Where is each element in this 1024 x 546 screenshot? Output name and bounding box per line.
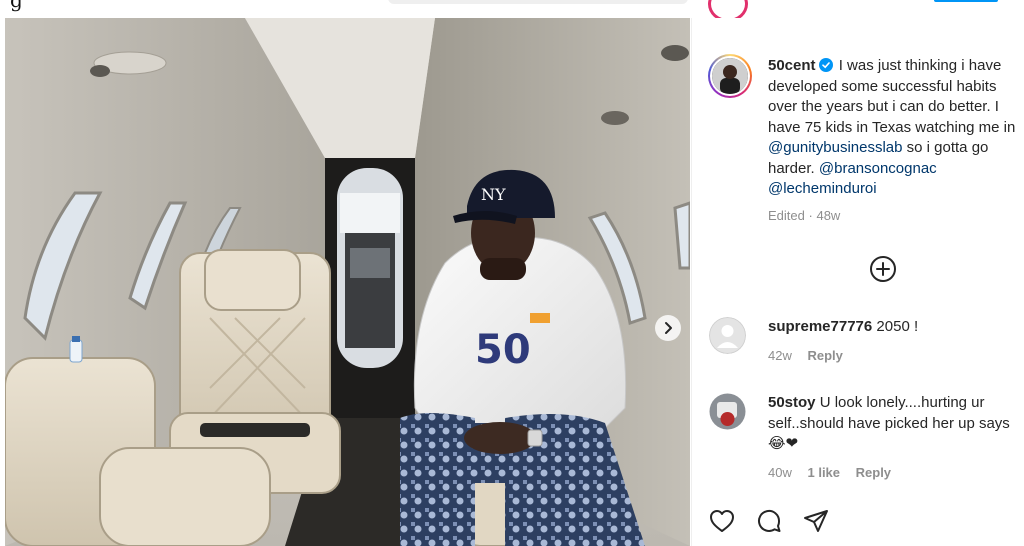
like-button[interactable] <box>708 507 736 535</box>
follow-button[interactable] <box>934 0 998 2</box>
share-icon <box>804 510 828 532</box>
comment-text-line2: self..should have picked her up says <box>768 414 1010 432</box>
post-photo[interactable]: 50 NY <box>5 18 690 546</box>
post-age: 48w <box>816 207 841 223</box>
comment-text: 2050 ! <box>876 318 919 335</box>
comment-age: 42w <box>768 347 792 363</box>
reply-button[interactable]: Reply <box>856 465 891 480</box>
reply-button[interactable]: Reply <box>807 348 842 363</box>
heart-icon <box>710 510 734 532</box>
instagram-logo[interactable]: g <box>10 0 23 12</box>
comment-age: 40w <box>768 464 792 480</box>
load-more-comments-button[interactable] <box>869 255 897 283</box>
post-details-panel: 50cent I was just thinking i have develo… <box>691 18 1024 546</box>
meta-separator: · <box>808 207 813 223</box>
comment-button[interactable] <box>755 507 783 535</box>
svg-text:NY: NY <box>481 185 506 204</box>
carousel-next-button[interactable] <box>655 315 681 341</box>
top-navigation-bar: g <box>0 0 1024 22</box>
comment-emoji: 😂❤ <box>768 435 799 452</box>
search-input[interactable] <box>388 0 688 4</box>
edited-label: Edited <box>768 207 805 223</box>
commenter-username[interactable]: supreme77776 <box>768 318 872 335</box>
author-avatar[interactable] <box>708 54 752 98</box>
comment-likes[interactable]: 1 like <box>807 465 840 480</box>
commenter-avatar[interactable] <box>709 317 746 354</box>
share-button[interactable] <box>802 507 830 535</box>
avatar-image <box>712 58 748 94</box>
caption-meta: Edited · 48w <box>768 206 1024 227</box>
verified-badge-icon <box>818 58 833 72</box>
mention-link[interactable]: @bransoncognac <box>819 160 937 177</box>
chevron-right-icon <box>665 322 672 334</box>
comment-icon <box>758 509 781 532</box>
mention-link[interactable]: @lecheminduroi <box>768 180 877 197</box>
post-actions <box>708 507 830 535</box>
comment-text: U look lonely....hurting ur <box>819 394 985 411</box>
load-more-comments-icon <box>870 256 896 282</box>
mention-link[interactable]: @gunitybusinesslab <box>768 139 902 156</box>
post-caption: 50cent I was just thinking i have develo… <box>768 56 1024 226</box>
author-username[interactable]: 50cent <box>768 57 816 74</box>
commenter-username[interactable]: 50stoy <box>768 394 816 411</box>
hoodie-logo-text: 50 <box>475 327 531 373</box>
commenter-avatar[interactable] <box>709 393 746 430</box>
